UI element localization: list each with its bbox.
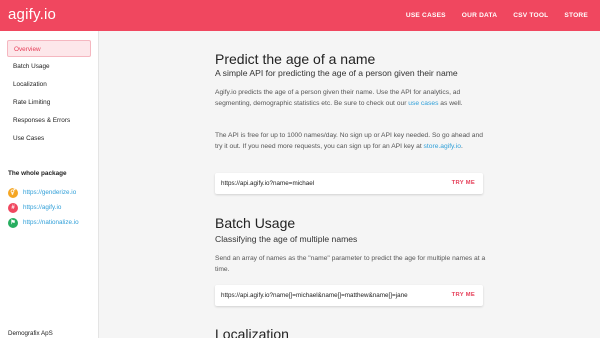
nav-store[interactable]: STORE (564, 12, 588, 19)
nav-our-data[interactable]: OUR DATA (462, 12, 497, 19)
package-link[interactable]: https://genderize.io (23, 189, 76, 196)
sidebar-item-use-cases[interactable]: Use Cases (7, 130, 91, 147)
section-title-batch: Batch Usage (215, 215, 296, 231)
top-nav: USE CASES OUR DATA CSV TOOL STORE (406, 0, 588, 31)
package-title: The whole package (8, 170, 67, 177)
package-link[interactable]: https://nationalize.io (23, 219, 79, 226)
agify-icon: # (8, 202, 18, 213)
sidebar-item-overview[interactable]: Overview (7, 40, 91, 57)
code-example-single: https://api.agify.io?name=michael TRY ME (215, 173, 483, 194)
sidebar: Overview Batch Usage Localization Rate L… (0, 31, 99, 338)
package-agify[interactable]: # https://agify.io (8, 202, 61, 213)
package-link[interactable]: https://agify.io (23, 204, 61, 211)
sidebar-item-rate-limiting[interactable]: Rate Limiting (7, 94, 91, 111)
use-cases-link[interactable]: use cases (408, 100, 438, 107)
sidebar-item-localization[interactable]: Localization (7, 76, 91, 93)
nav-csv-tool[interactable]: CSV TOOL (513, 12, 548, 19)
top-bar: agify.io USE CASES OUR DATA CSV TOOL STO… (0, 0, 600, 31)
paragraph-intro: Agify.io predicts the age of a person gi… (215, 89, 463, 107)
paragraph-batch: Send an array of names as the "name" par… (215, 255, 486, 273)
api-url: https://api.agify.io?name[]=michael&name… (221, 292, 408, 299)
section-title-localization: Localization (215, 326, 289, 338)
try-me-button[interactable]: TRY ME (452, 285, 475, 306)
package-genderize[interactable]: ⚥ https://genderize.io (8, 187, 76, 198)
code-example-batch: https://api.agify.io?name[]=michael&name… (215, 285, 483, 306)
nav-use-cases[interactable]: USE CASES (406, 12, 446, 19)
store-link[interactable]: store.agify.io (424, 143, 461, 150)
company-name: Demografix ApS (8, 330, 53, 337)
api-url: https://api.agify.io?name=michael (221, 180, 315, 187)
try-me-button[interactable]: TRY ME (452, 173, 475, 194)
sidebar-item-responses-errors[interactable]: Responses & Errors (7, 112, 91, 129)
sidebar-item-batch-usage[interactable]: Batch Usage (7, 58, 91, 75)
package-nationalize[interactable]: ⚑ https://nationalize.io (8, 217, 79, 228)
brand-logo[interactable]: agify.io (8, 6, 56, 23)
section-subtitle-predict: A simple API for predicting the age of a… (215, 68, 458, 78)
flag-icon: ⚑ (8, 217, 18, 228)
section-subtitle-batch: Classifying the age of multiple names (215, 234, 358, 244)
section-title-predict: Predict the age of a name (215, 51, 376, 67)
genderize-icon: ⚥ (8, 187, 18, 198)
paragraph-pricing: The API is free for up to 1000 names/day… (215, 132, 483, 150)
